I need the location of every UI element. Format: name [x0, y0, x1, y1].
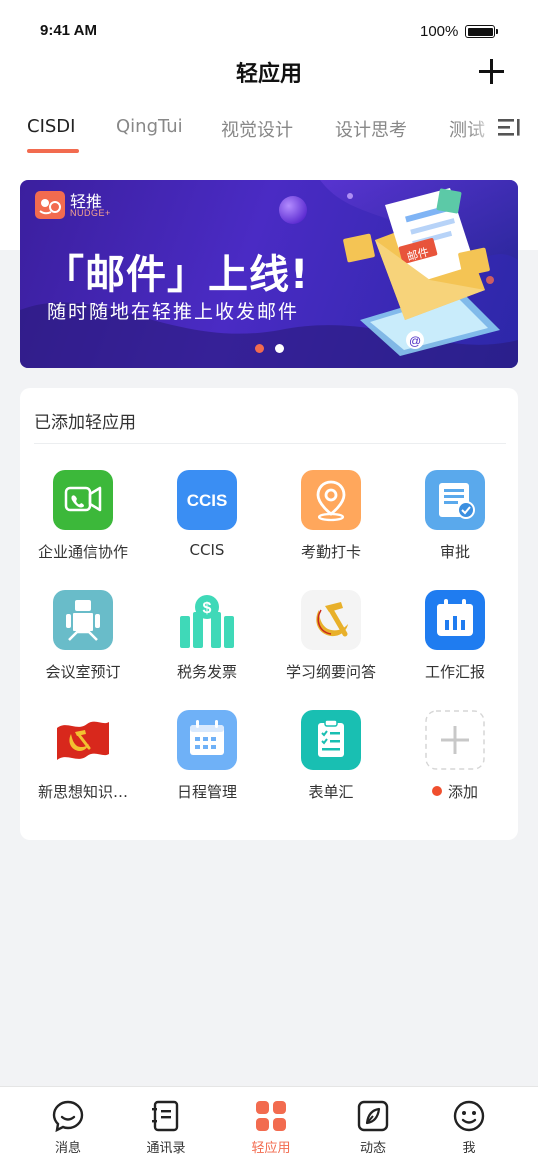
app-approval[interactable]: 审批: [395, 470, 515, 580]
app-new-thought-knowledge[interactable]: 新思想知识…: [23, 710, 143, 820]
app-enterprise-communication[interactable]: 企业通信协作: [23, 470, 143, 580]
tabbar-item-light-apps[interactable]: 轻应用: [231, 1087, 311, 1162]
tabbar-label: 消息: [54, 1141, 81, 1156]
app-label: 会议室预订: [45, 663, 121, 681]
app-label: 表单汇: [308, 783, 354, 801]
tabbar-label: 动态: [359, 1141, 386, 1156]
apps-grid-icon: [256, 1101, 286, 1131]
promo-banner[interactable]: @ 邮件 轻推 NUDGE+ 「邮件」上线! 随时随地在轻推上收发邮件: [20, 180, 518, 368]
tab-menu-icon[interactable]: [498, 116, 522, 138]
add-icon: [425, 710, 485, 770]
tab-design-thinking[interactable]: 设计思考: [335, 116, 407, 142]
add-app-label: 添加: [395, 781, 515, 802]
page-title: 轻应用: [235, 62, 302, 87]
tab-cisdi[interactable]: CISDI: [27, 116, 75, 137]
svg-text:$: $: [203, 600, 212, 617]
banner-logo-subtext: NUDGE+: [70, 208, 111, 218]
banner-subtitle: 随时随地在轻推上收发邮件: [47, 301, 300, 323]
tabbar-label: 我: [462, 1141, 476, 1156]
approval-doc-icon: [425, 470, 485, 530]
status-bar: 9:41 AM 100%: [0, 0, 538, 44]
battery-percent: 100%: [420, 23, 459, 40]
app-schedule[interactable]: 日程管理: [147, 710, 267, 820]
tab-qingtui[interactable]: QingTui: [116, 116, 183, 137]
tabbar-item-feed[interactable]: 动态: [333, 1087, 413, 1162]
app-label: 税务发票: [176, 663, 237, 681]
tabbar-label: 通讯录: [146, 1141, 186, 1156]
tabbar-item-contacts[interactable]: 通讯录: [126, 1087, 206, 1162]
app-label: 学习纲要问答: [285, 663, 376, 681]
party-flag-icon: [53, 710, 113, 770]
app-attendance[interactable]: 考勤打卡: [271, 470, 391, 580]
tabbar-item-me[interactable]: 我: [429, 1087, 509, 1162]
tax-invoice-icon: $: [177, 590, 237, 650]
chat-bubble-icon: [52, 1100, 84, 1133]
app-meeting-room[interactable]: 会议室预订: [23, 590, 143, 700]
active-tab-indicator: [27, 149, 79, 153]
ccis-logo-icon: CCIS: [177, 470, 237, 530]
meeting-room-icon: [53, 590, 113, 650]
hammer-sickle-icon: [301, 590, 361, 650]
tabbar-label: 轻应用: [251, 1141, 291, 1156]
video-call-icon: [53, 470, 113, 530]
added-apps-card: 已添加轻应用 企业通信协作 CCIS CCIS 考勤打卡 审批 会议室预订 $ …: [20, 388, 518, 840]
ccis-icon-text: CCIS: [187, 491, 228, 510]
contacts-book-icon: [152, 1100, 179, 1132]
app-work-report[interactable]: 工作汇报: [395, 590, 515, 700]
app-ccis[interactable]: CCIS CCIS: [147, 470, 267, 580]
app-label: 审批: [439, 543, 470, 561]
battery-icon: [465, 25, 498, 38]
app-label: CCIS: [189, 541, 225, 559]
app-label: 考勤打卡: [300, 543, 361, 561]
app-label: 工作汇报: [424, 663, 485, 681]
category-tabs: CISDI QingTui 视觉设计 设计思考 测试: [0, 112, 538, 162]
app-label: 新思想知识…: [37, 783, 128, 801]
bottom-tab-bar: 消息 通讯录 轻应用 动态 我: [0, 1086, 538, 1162]
app-add[interactable]: 添加: [395, 710, 515, 820]
compass-feed-icon: [357, 1100, 389, 1132]
tabbar-item-messages[interactable]: 消息: [28, 1087, 108, 1162]
form-clipboard-icon: [301, 710, 361, 770]
card-divider: [34, 443, 506, 444]
calendar-report-icon: [425, 590, 485, 650]
status-time: 9:41 AM: [40, 22, 97, 39]
app-label: 添加: [447, 783, 478, 801]
app-study-qa[interactable]: 学习纲要问答: [271, 590, 391, 700]
tab-visual-design[interactable]: 视觉设计: [221, 116, 293, 142]
nudge-logo-icon: [35, 191, 65, 219]
app-tax-invoice[interactable]: $ 税务发票: [147, 590, 267, 700]
banner-headline: 「邮件」上线!: [44, 252, 310, 298]
banner-page-dot-active[interactable]: [255, 344, 264, 353]
app-form-hub[interactable]: 表单汇: [271, 710, 391, 820]
add-icon[interactable]: [477, 57, 507, 87]
app-label: 企业通信协作: [37, 543, 128, 561]
new-badge-dot: [431, 786, 442, 796]
location-pin-icon: [301, 470, 361, 530]
card-title: 已添加轻应用: [34, 413, 136, 433]
smiley-profile-icon: [453, 1100, 485, 1132]
app-label: 日程管理: [176, 783, 237, 801]
svg-text:@: @: [409, 334, 421, 348]
banner-page-dot[interactable]: [275, 344, 284, 353]
schedule-calendar-icon: [177, 710, 237, 770]
